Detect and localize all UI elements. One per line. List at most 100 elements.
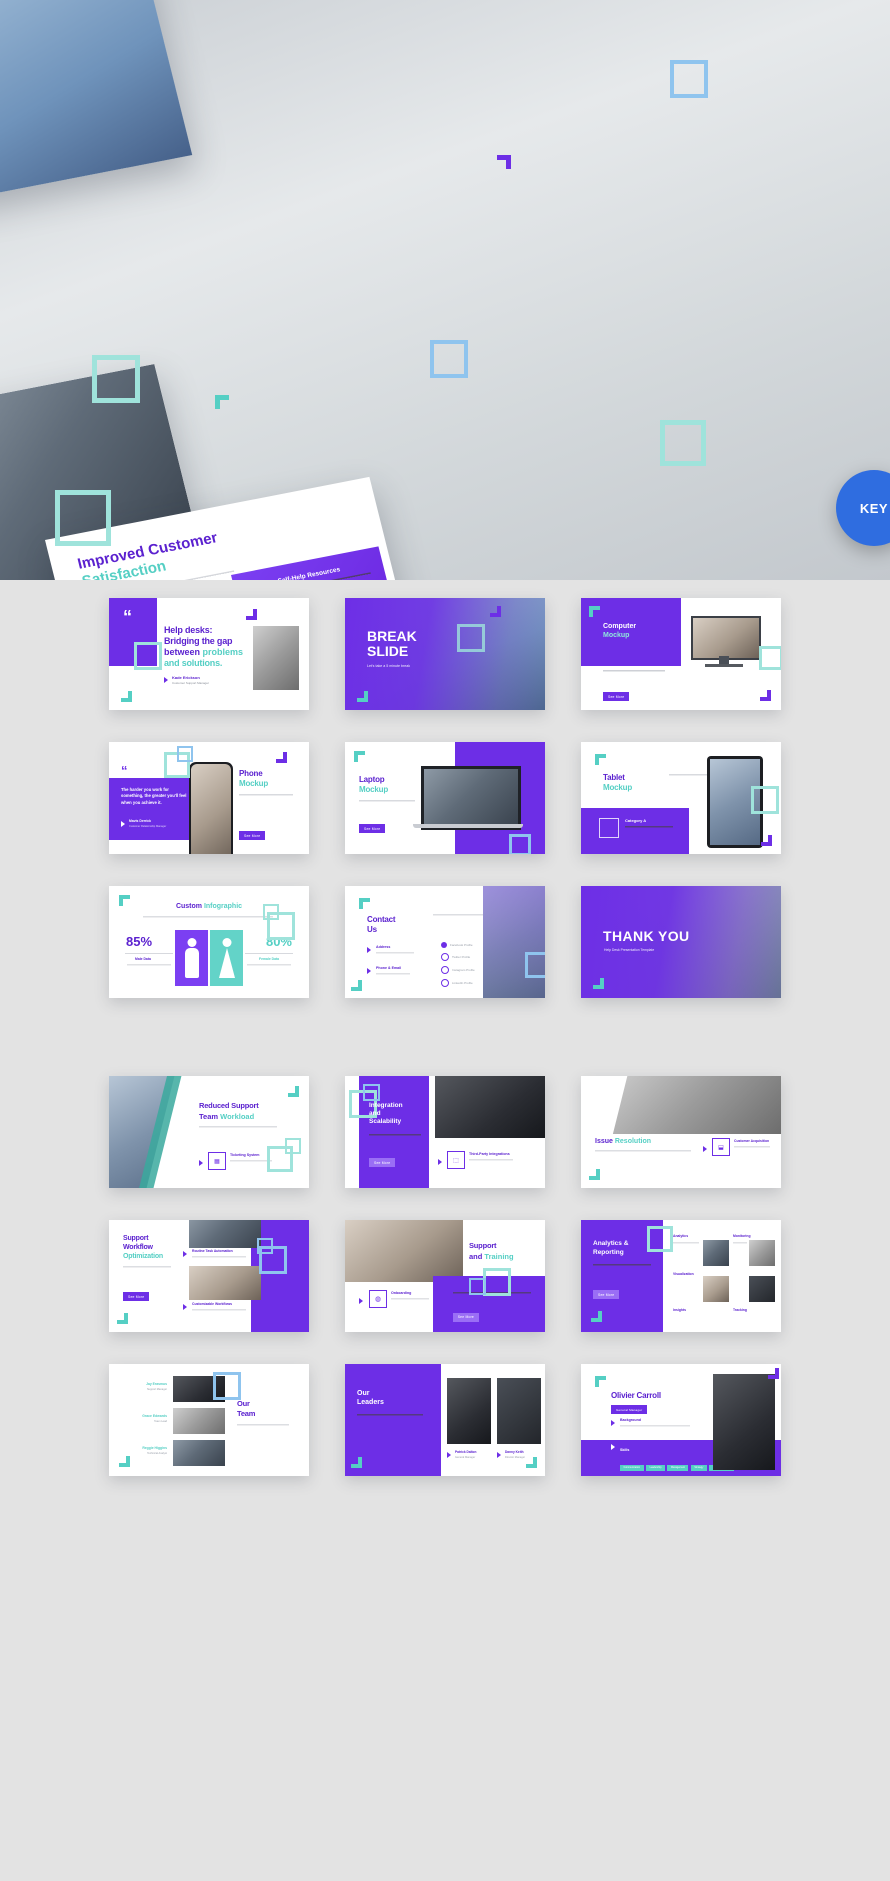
teal-square-decor [92,355,140,403]
rstw-title-2: Team [199,1112,221,1121]
slide-laptop-mockup[interactable]: Laptop Mockup See More [345,742,545,854]
leaders-body [357,1414,423,1434]
teal-square-decor [263,904,279,920]
violet-corner-icon [760,690,771,701]
computer-button[interactable]: See More [603,692,630,702]
slide-break[interactable]: BREAK SLIDE Let's take a 5 minute break [345,598,545,710]
teal-square-decor [660,420,706,466]
quote-title-1: Help desks: [164,625,213,635]
teal-corner-icon [589,606,600,617]
team-member-1-role: Team Lead [154,1420,167,1423]
blue-square-decor [177,746,193,762]
break-title-1: BREAK [367,628,417,644]
tablet-category-title: Category A [625,818,647,823]
teal-square-decor [647,1226,673,1252]
slide-issue-resolution[interactable]: Issue Resolution ⬓ Customer Acquisition [581,1076,781,1188]
tablet-title-1: Tablet [603,773,625,782]
violet-corner-icon [246,609,257,620]
avatar [713,1374,775,1470]
slide-our-leaders[interactable]: Our Leaders Patrick Dalton General Manag… [345,1364,545,1476]
swo-button[interactable]: See More [123,1292,150,1302]
profile-role: General Manager [611,1405,648,1415]
teal-square-decor [134,642,162,670]
slide-tablet-mockup[interactable]: Tablet Mockup Category A [581,742,781,854]
plug-icon: ⬚ [447,1151,465,1169]
ias-feature-body [469,1159,513,1168]
ias-body [369,1134,421,1150]
thankyou-title: THANK YOU [603,928,690,944]
hero-isometric-mockup: Service Improved Customer Satisfaction P… [0,0,890,580]
contact-social-0[interactable]: Facebook Profile [450,943,473,947]
quote-title-accent-2: and solutions. [164,658,223,668]
blue-square-decor [469,1278,486,1295]
leaders-title-1: Our [357,1390,370,1397]
teal-square-decor [55,490,111,546]
teal-corner-icon [351,980,362,991]
ias-title-3: Scalability [369,1118,402,1125]
infographic-title-accent: Infographic [203,903,243,910]
ar-item-2: Visualization [673,1272,694,1276]
computer-title-2: Mockup [603,632,630,639]
slide-contact-us[interactable]: Contact Us Address Phone & Email Faceboo… [345,886,545,998]
target-icon [599,818,619,838]
slide-quote[interactable]: “ Help desks: Bridging the gap between p… [109,598,309,710]
contact-social-3[interactable]: LinkedIn Profile [452,981,473,985]
ias-button[interactable]: See More [369,1158,396,1168]
quote-author: Kade Erickson [172,675,200,680]
slide-profile[interactable]: Olivier Carroll General Manager Backgrou… [581,1364,781,1476]
ias-feature-title: Third-Party Integrations [469,1152,510,1156]
skill-chip-2: Management [667,1464,689,1471]
team-body [237,1424,289,1444]
infographic-left-body [127,964,171,982]
sat-title-2: and [469,1252,485,1261]
laptop-title-2: Mockup [359,785,389,794]
ar-item-4: Tracking [733,1308,747,1312]
teal-corner-icon [593,978,604,989]
slide-support-and-training[interactable]: Support and Training See More ◍ Onboardi… [345,1220,545,1332]
profile-background-body [620,1425,690,1439]
contact-social-1[interactable]: Twitter Profile [452,955,470,959]
slide-custom-infographic[interactable]: Custom Infographic 85% Male Data 80% Fem… [109,886,309,998]
sat-button[interactable]: See More [452,1312,479,1322]
violet-corner-icon [761,835,772,846]
infographic-left-value: 85% [126,934,153,949]
slide-grid-bottom: Reduced Support Team Workload ▦ Ticketin… [0,1058,890,1520]
slide-computer-mockup[interactable]: Computer Mockup See More [581,598,781,710]
slide-integration-and-scalability[interactable]: Integration and Scalability See More ⬚ T… [345,1076,545,1188]
blue-square-decor [525,952,545,978]
male-figure-block [175,930,208,986]
user-icon: ◍ [369,1290,387,1308]
slide-analytics-and-reporting[interactable]: Analytics & Reporting See More Analytics… [581,1220,781,1332]
teal-corner-accent [215,395,229,409]
blue-square-decor [257,1238,273,1254]
ar-title-1: Analytics & [593,1240,629,1247]
violet-corner-icon [768,1368,779,1379]
hero-feature-card-self-help-resources: Self-Help Resources [230,546,399,580]
laptop-button[interactable]: See More [359,824,386,834]
violet-corner-icon [516,837,527,848]
teal-corner-icon [591,1311,602,1322]
laptop-mockup-frame [421,766,521,830]
rstw-body [199,1126,277,1142]
instagram-icon [441,966,449,974]
ar-button[interactable]: See More [593,1290,620,1300]
phone-body [239,794,293,814]
rstw-title-1: Reduced Support [199,1101,259,1110]
infographic-title-1: Custom [175,903,204,910]
team-title-1: Our [237,1399,250,1408]
tablet-title-2: Mockup [603,783,633,792]
slide-reduced-support-team-workload[interactable]: Reduced Support Team Workload ▦ Ticketin… [109,1076,309,1188]
slide-our-team[interactable]: Jay Erasmus Support Manager Grace Edward… [109,1364,309,1476]
teal-square-decor [483,1268,511,1296]
female-figure-block [210,930,243,986]
quote-title-3: between [164,647,203,657]
slide-thank-you[interactable]: THANK YOU Help Desk Presentation Templat… [581,886,781,998]
slide-phone-mockup[interactable]: “ The harder you work for something, the… [109,742,309,854]
phone-button[interactable]: See More [239,831,266,841]
contact-social-2[interactable]: Instagram Profile [452,968,475,972]
infographic-body [143,916,273,924]
slide-support-workflow-optimization[interactable]: Support Workflow Optimization See More R… [109,1220,309,1332]
sat-feature-body [391,1298,429,1307]
sat-feature-title: Onboarding [391,1291,412,1295]
team-member-0-role: Support Manager [146,1388,167,1391]
